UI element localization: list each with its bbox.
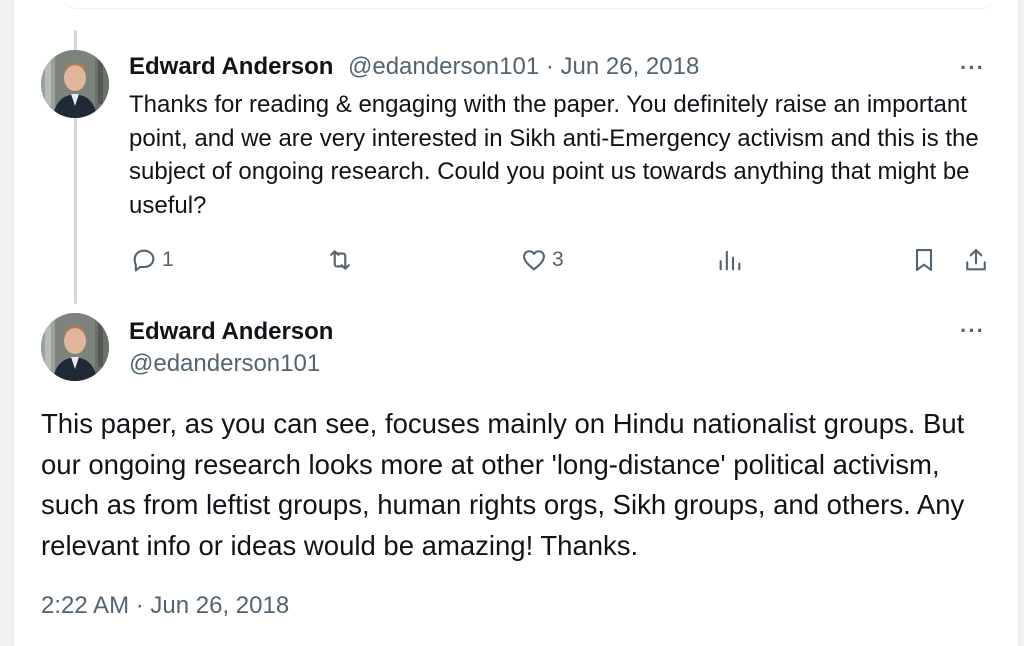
share-button[interactable] (962, 246, 990, 274)
like-icon (523, 250, 545, 271)
more-options-button[interactable]: ··· (960, 55, 985, 81)
tweet-date[interactable]: Jun 26, 2018 (561, 53, 700, 80)
reply-text: Thanks for reading & engaging with the p… (129, 91, 979, 219)
retweet-icon (330, 250, 350, 270)
share-icon (966, 249, 986, 271)
author-name[interactable]: Edward Anderson (129, 318, 333, 346)
views-icon (719, 250, 741, 271)
reply-count: 1 (162, 248, 174, 271)
author-handle-and-date: @edanderson101 · Jun 26, 2018 (348, 53, 699, 81)
author-name[interactable]: Edward Anderson (129, 53, 333, 81)
more-options-button[interactable]: ··· (960, 318, 985, 344)
avatar[interactable] (41, 313, 109, 381)
like-button[interactable]: 3 (520, 246, 564, 274)
avatar[interactable] (41, 50, 109, 118)
author-handle[interactable]: @edanderson101 (129, 350, 320, 378)
bookmark-button[interactable] (910, 246, 938, 274)
retweet-button[interactable] (326, 246, 358, 274)
avatar-image (41, 50, 109, 118)
tweet-text: This paper, as you can see, focuses main… (41, 408, 965, 561)
previous-tweet-edge (64, 0, 994, 9)
views-button[interactable] (716, 246, 748, 274)
author-handle[interactable]: @edanderson101 (348, 53, 539, 80)
meta-separator: · (545, 53, 554, 80)
bookmark-icon (915, 249, 933, 271)
like-count: 3 (552, 248, 564, 271)
reply-icon (133, 249, 155, 272)
avatar-image (41, 313, 109, 381)
tweet-timestamp[interactable]: 2:22 AM · Jun 26, 2018 (41, 592, 289, 620)
reply-button[interactable]: 1 (130, 246, 174, 274)
